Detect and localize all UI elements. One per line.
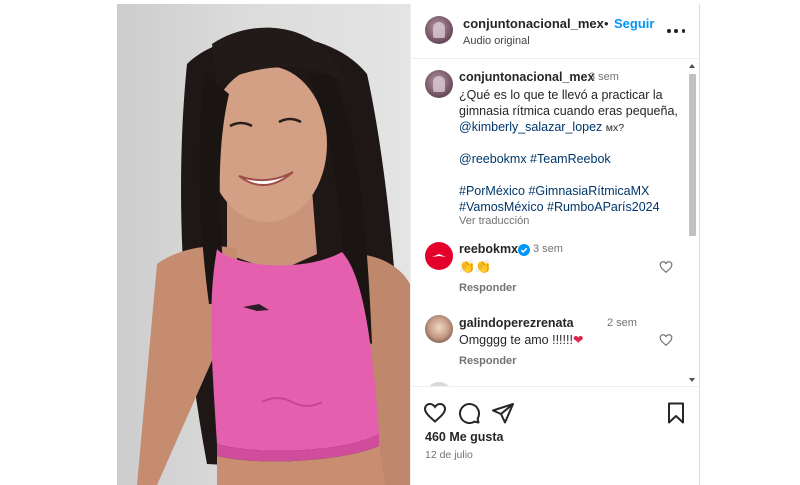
caption-tags-1[interactable]: @reebokmx #TeamReebok <box>459 151 611 167</box>
comment-1-username[interactable]: reebokmx <box>459 242 518 256</box>
comment-1-reply-button[interactable]: Responder <box>459 282 516 294</box>
comment-2-time[interactable]: 2 sem <box>607 317 637 329</box>
comment-2-text: Omgggg te amo !!!!!! <box>459 333 573 347</box>
post-header: conjuntonacional_mex • Seguir Audio orig… <box>411 4 701 59</box>
share-icon[interactable] <box>491 401 515 425</box>
caption-time[interactable]: 3 sem <box>589 71 619 83</box>
scroll-thumb[interactable] <box>689 74 696 236</box>
comment-2-heart-emoji: ❤ <box>572 333 584 347</box>
comment-1-avatar[interactable] <box>425 242 453 270</box>
comment-2-reply-button[interactable]: Responder <box>459 355 516 367</box>
post-image-illustration <box>137 27 410 485</box>
heart-icon[interactable] <box>423 401 447 425</box>
post-actions: 460 Me gusta 12 de julio <box>411 386 701 485</box>
scroll-up-arrow[interactable] <box>689 64 695 68</box>
post-image[interactable] <box>117 4 410 485</box>
more-options-icon[interactable] <box>667 22 685 40</box>
author-username[interactable]: conjuntonacional_mex <box>463 16 604 31</box>
post-date[interactable]: 12 de julio <box>425 449 473 461</box>
comment-2-text-row: Omgggg te amo !!!!!!❤ <box>459 332 583 348</box>
caption-tags-2[interactable]: #PorMéxico #GimnasiaRítmicaMX <box>459 183 649 199</box>
instagram-post-modal: conjuntonacional_mex • Seguir Audio orig… <box>0 0 800 485</box>
comment-1-text: 👏👏 <box>459 259 492 274</box>
caption-username[interactable]: conjuntonacional_mex <box>459 70 594 84</box>
author-avatar[interactable] <box>425 16 453 44</box>
comments-scrollbar[interactable] <box>687 60 698 386</box>
comment-icon[interactable] <box>457 401 481 425</box>
caption-line-3: @kimberly_salazar_lopez мх? <box>459 119 624 136</box>
caption-mention-link[interactable]: @kimberly_salazar_lopez <box>459 120 602 134</box>
audio-label[interactable]: Audio original <box>463 35 530 47</box>
separator-dot: • <box>604 16 609 31</box>
verified-icon <box>518 244 530 256</box>
comment-1-heart-icon[interactable] <box>659 260 673 274</box>
comment-2-heart-icon[interactable] <box>659 333 673 347</box>
caption-mention-suffix: мх? <box>605 122 625 134</box>
caption-line-1: ¿Qué es lo que te llevó a practicar la <box>459 88 663 102</box>
post-sidebar: conjuntonacional_mex • Seguir Audio orig… <box>410 4 701 485</box>
likes-count[interactable]: 460 Me gusta <box>425 430 504 444</box>
caption-line-2: gimnasia rítmica cuando eras pequeña, <box>459 104 678 118</box>
caption-avatar[interactable] <box>425 70 453 98</box>
comment-1-time[interactable]: 3 sem <box>533 243 563 255</box>
reebok-logo-icon <box>432 254 446 257</box>
translate-link[interactable]: Ver traducción <box>459 215 529 227</box>
comments-list[interactable]: conjuntonacional_mex 3 sem ¿Qué es lo qu… <box>411 60 689 386</box>
follow-button[interactable]: Seguir <box>614 16 654 31</box>
scroll-down-arrow[interactable] <box>689 378 695 382</box>
comment-2-username[interactable]: galindoperezrenata <box>459 316 574 330</box>
comment-2-avatar[interactable] <box>425 315 453 343</box>
bookmark-icon[interactable] <box>664 401 688 425</box>
caption-tags-3[interactable]: #VamosMéxico #RumboAParís2024 <box>459 199 660 215</box>
